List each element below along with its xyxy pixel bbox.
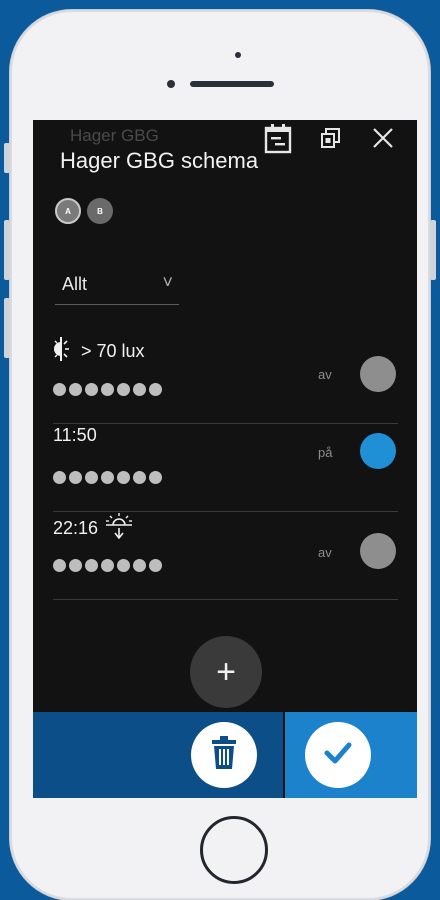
day-dot	[101, 471, 114, 484]
tag-b[interactable]: B	[87, 198, 113, 224]
volume-down-button	[4, 298, 10, 358]
day-dot	[117, 383, 130, 396]
confirm-button[interactable]	[305, 722, 371, 788]
filter-value: Allt	[62, 274, 88, 294]
day-dot	[53, 559, 66, 572]
close-icon[interactable]	[371, 126, 399, 154]
power-button	[430, 220, 436, 280]
schedule-row-lux[interactable]: > 70 lux av	[53, 335, 398, 424]
earpiece-speaker	[190, 81, 274, 87]
day-dot	[133, 471, 146, 484]
day-dot	[53, 383, 66, 396]
day-dot	[117, 559, 130, 572]
lux-threshold-label: > 70 lux	[81, 341, 145, 361]
chevron-down-icon: ˅	[162, 272, 173, 292]
day-dot	[133, 559, 146, 572]
day-dot	[149, 471, 162, 484]
day-dot	[69, 383, 82, 396]
checkmark-icon	[323, 741, 353, 770]
app-screen: Hager GBG Hager GBG schema A B Allt ˅ > …	[33, 120, 417, 798]
page-title: Hager GBG schema	[60, 148, 259, 173]
proximity-sensor	[235, 52, 241, 58]
state-label: av	[318, 545, 332, 560]
day-dot	[85, 559, 98, 572]
sunset-time-label: 22:16	[53, 518, 99, 538]
filter-dropdown[interactable]: Allt ˅	[55, 270, 179, 305]
home-button[interactable]	[200, 816, 268, 884]
day-dot	[101, 559, 114, 572]
schedule-row-sunset[interactable]: 22:16 av	[53, 511, 398, 600]
state-toggle[interactable]	[360, 533, 396, 569]
day-dot	[85, 383, 98, 396]
front-camera	[167, 80, 175, 88]
background-title: Hager GBG	[70, 126, 159, 145]
trash-icon	[209, 735, 239, 775]
day-dot	[149, 383, 162, 396]
day-dot	[149, 559, 162, 572]
calendar-icon[interactable]	[263, 122, 292, 154]
state-label: på	[318, 445, 333, 460]
add-schedule-button[interactable]: +	[190, 636, 262, 708]
light-sensor-icon	[53, 337, 75, 366]
day-dot	[69, 559, 82, 572]
group-tags: A B	[55, 198, 113, 224]
sunset-icon	[104, 513, 134, 544]
time-label: 11:50	[53, 425, 97, 445]
state-toggle[interactable]	[360, 356, 396, 392]
weekday-dots	[53, 383, 162, 396]
weekday-dots	[53, 559, 162, 572]
bottom-action-bar	[33, 712, 417, 798]
day-dot	[69, 471, 82, 484]
tag-a[interactable]: A	[55, 198, 81, 224]
day-dot	[117, 471, 130, 484]
day-dot	[53, 471, 66, 484]
delete-button[interactable]	[191, 722, 257, 788]
duplicate-icon[interactable]	[319, 126, 347, 154]
day-dot	[85, 471, 98, 484]
day-dot	[133, 383, 146, 396]
state-label: av	[318, 367, 332, 382]
schedule-row-time[interactable]: 11:50 på	[53, 423, 398, 512]
mute-switch	[4, 143, 10, 173]
weekday-dots	[53, 471, 162, 484]
volume-up-button	[4, 220, 10, 280]
day-dot	[101, 383, 114, 396]
state-toggle[interactable]	[360, 433, 396, 469]
